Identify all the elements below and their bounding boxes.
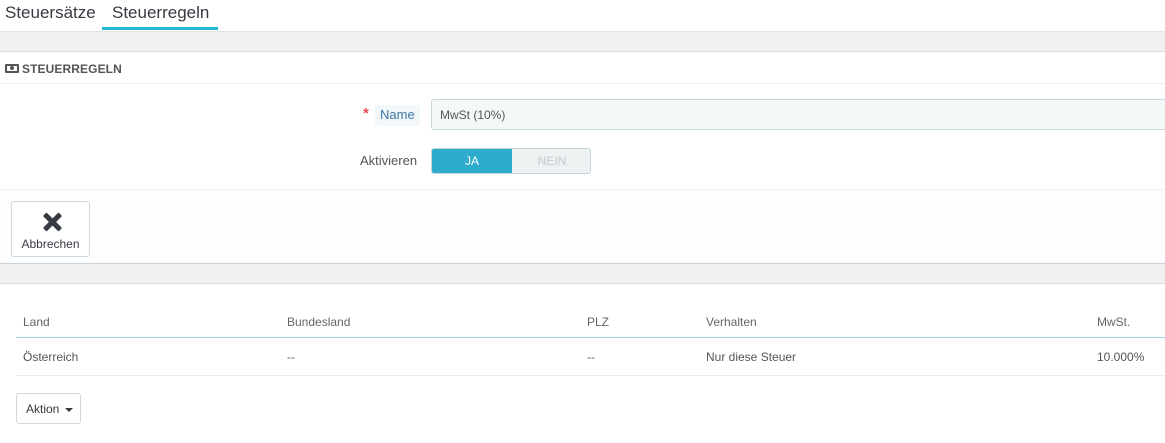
tax-rule-panel: STEUERREGELN * Name Aktivieren JA NEIN A… [0, 52, 1165, 263]
table-row-divider [16, 375, 1165, 376]
column-header-mwst[interactable]: MwSt. [1097, 315, 1130, 329]
aktivieren-label: Aktivieren [360, 153, 418, 168]
cancel-button-label: Abbrechen [21, 237, 80, 251]
panel-footer: Abbrechen [0, 189, 1165, 263]
active-tab-indicator [102, 27, 218, 30]
cancel-button[interactable]: Abbrechen [11, 201, 90, 257]
tab-bar: Steuersätze Steuerregeln [0, 0, 1165, 32]
divider-band [0, 31, 1165, 52]
table-cell-bundesland: -- [287, 350, 295, 364]
table-cell-land: Österreich [23, 350, 79, 364]
table-cell-mwst: 10.000% [1097, 350, 1145, 364]
money-icon [5, 64, 19, 73]
aktion-label: Aktion [26, 402, 60, 416]
caret-down-icon [65, 408, 73, 412]
tab-steuerregeln-label: Steuerregeln [112, 3, 210, 22]
name-input[interactable] [431, 99, 1165, 130]
panel-heading: STEUERREGELN [0, 52, 1165, 84]
aktion-dropdown-button[interactable]: Aktion [16, 393, 81, 424]
required-mark: * [363, 105, 369, 122]
table-cell-plz: -- [587, 350, 595, 364]
divider-band [0, 263, 1165, 284]
panel-title: STEUERREGELN [22, 62, 122, 76]
column-header-land[interactable]: Land [23, 315, 50, 329]
aktivieren-switch[interactable]: JA NEIN [431, 148, 591, 174]
column-header-verhalten[interactable]: Verhalten [706, 315, 757, 329]
tab-steuersaetze[interactable]: Steuersätze [5, 0, 96, 30]
table-header-divider [16, 337, 1165, 338]
switch-nein[interactable]: NEIN [512, 149, 590, 173]
table-cell-verhalten: Nur diese Steuer [706, 350, 797, 364]
column-header-plz[interactable]: PLZ [587, 315, 609, 329]
tab-steuerregeln[interactable]: Steuerregeln [102, 0, 218, 30]
close-icon [42, 212, 62, 232]
column-header-bundesland[interactable]: Bundesland [287, 315, 350, 329]
name-label: Name [375, 105, 420, 126]
switch-ja[interactable]: JA [432, 149, 512, 173]
